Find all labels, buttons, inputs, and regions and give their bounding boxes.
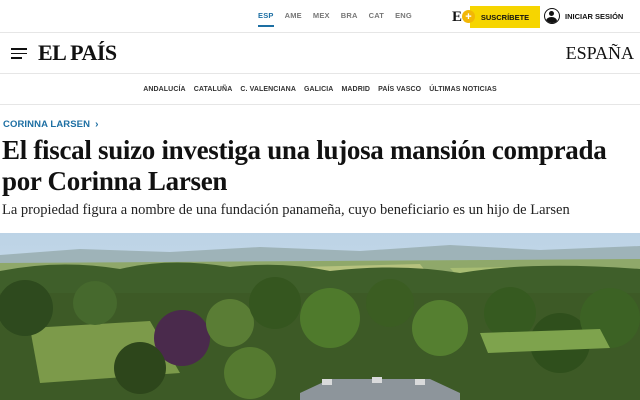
article-kicker[interactable]: CORINNA LARSEN ›	[3, 119, 99, 130]
region-galicia[interactable]: GALICIA	[304, 86, 333, 93]
user-icon	[544, 8, 560, 24]
chevron-right-icon: ›	[95, 119, 99, 130]
subscribe-label: SUSCRÍBETE	[480, 12, 530, 22]
region-cataluna[interactable]: CATALUÑA	[194, 86, 233, 93]
kicker-label: CORINNA LARSEN	[3, 119, 91, 130]
edition-esp[interactable]: ESP	[258, 11, 274, 27]
section-title[interactable]: ESPAÑA	[566, 43, 634, 64]
region-ultimas-noticias[interactable]: ÚLTIMAS NOTICIAS	[429, 86, 497, 93]
region-madrid[interactable]: MADRID	[341, 86, 370, 93]
edition-cat[interactable]: CAT	[369, 11, 384, 20]
edition-bra[interactable]: BRA	[341, 11, 358, 20]
lead-photo-graphic	[0, 233, 640, 400]
region-valenciana[interactable]: C. VALENCIANA	[240, 86, 296, 93]
regions-nav: ANDALUCÍA CATALUÑA C. VALENCIANA GALICIA…	[0, 75, 640, 105]
article-standfirst: La propiedad figura a nombre de una fund…	[2, 202, 570, 218]
hamburger-icon[interactable]	[11, 48, 27, 59]
edition-mex[interactable]: MEX	[313, 11, 330, 20]
plus-icon: +	[462, 10, 475, 23]
site-header: EL PAÍS ESPAÑA	[0, 34, 640, 74]
edition-ame[interactable]: AME	[285, 11, 302, 20]
article-headline: El fiscal suizo investiga una lujosa man…	[2, 135, 607, 196]
login-label: INICIAR SESIÓN	[565, 11, 624, 21]
edition-eng[interactable]: ENG	[395, 11, 412, 20]
region-andalucia[interactable]: ANDALUCÍA	[143, 86, 186, 93]
region-pais-vasco[interactable]: PAÍS VASCO	[378, 86, 421, 93]
lead-photo	[0, 233, 640, 400]
site-logo[interactable]: EL PAÍS	[38, 40, 117, 66]
login-button[interactable]: INICIAR SESIÓN	[544, 8, 623, 24]
subscribe-button[interactable]: SUSCRÍBETE	[470, 6, 540, 28]
premium-logo-letter: E	[452, 9, 463, 25]
edition-selector: ESP AME MEX BRA CAT ENG	[258, 11, 423, 27]
top-bar: ESP AME MEX BRA CAT ENG E SUSCRÍBETE + I…	[0, 0, 640, 33]
premium-logo[interactable]: E	[452, 9, 462, 26]
